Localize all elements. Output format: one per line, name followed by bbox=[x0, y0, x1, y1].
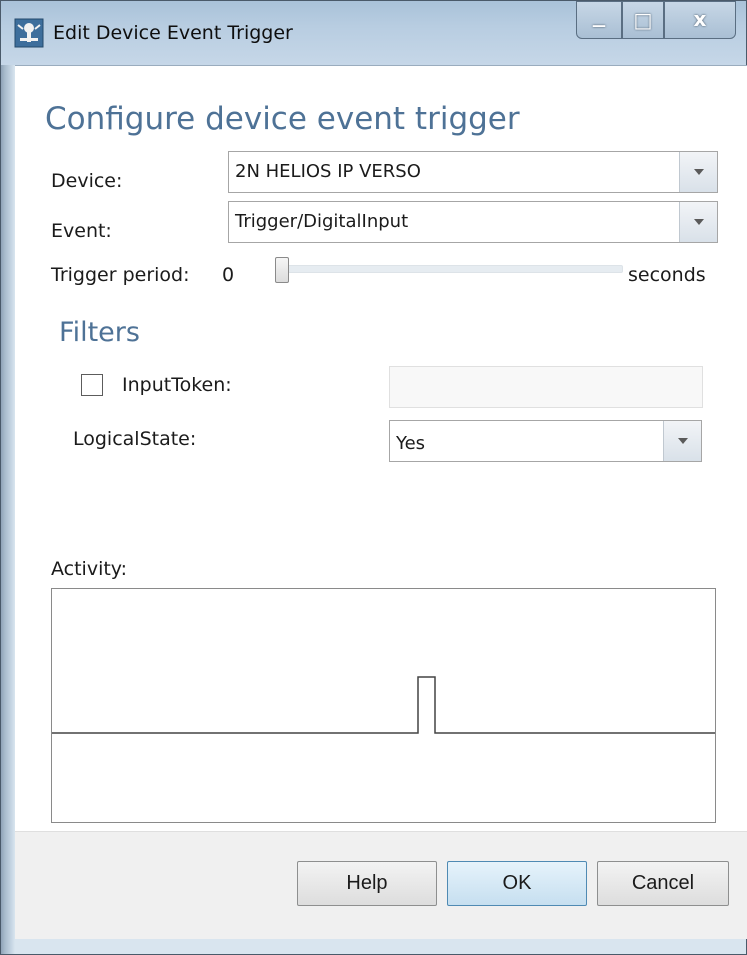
title-bar[interactable]: Edit Device Event Trigger — □ x bbox=[1, 1, 746, 65]
device-dropdown[interactable]: 2N HELIOS IP VERSO bbox=[228, 151, 718, 193]
logical-state-value: Yes bbox=[396, 433, 426, 454]
trigger-period-label: Trigger period: bbox=[51, 264, 190, 286]
cancel-button[interactable]: Cancel bbox=[597, 861, 729, 906]
activity-signal bbox=[52, 676, 715, 734]
maximize-button[interactable]: □ bbox=[622, 1, 664, 39]
minimize-icon: — bbox=[592, 18, 606, 34]
chevron-down-icon bbox=[694, 219, 704, 225]
window-title: Edit Device Event Trigger bbox=[53, 22, 293, 44]
close-icon: x bbox=[693, 7, 707, 31]
activity-graph bbox=[51, 588, 716, 823]
activity-signal-line bbox=[52, 676, 715, 734]
chevron-down-icon bbox=[678, 438, 688, 444]
event-dropdown-arrow[interactable] bbox=[679, 202, 717, 242]
help-button[interactable]: Help bbox=[297, 861, 437, 906]
logical-state-dropdown-arrow[interactable] bbox=[663, 421, 701, 461]
page-title: Configure device event trigger bbox=[45, 101, 520, 137]
event-label: Event: bbox=[51, 220, 112, 242]
input-token-checkbox[interactable] bbox=[81, 374, 103, 396]
dialog-window: Edit Device Event Trigger — □ x Configur… bbox=[0, 0, 747, 955]
device-dropdown-arrow[interactable] bbox=[679, 152, 717, 192]
device-value: 2N HELIOS IP VERSO bbox=[235, 161, 421, 182]
device-label: Device: bbox=[51, 170, 123, 192]
logical-state-dropdown[interactable]: Yes bbox=[389, 420, 702, 462]
filters-heading: Filters bbox=[59, 317, 140, 348]
logical-state-label: LogicalState: bbox=[73, 428, 197, 450]
event-dropdown[interactable]: Trigger/DigitalInput bbox=[228, 201, 718, 243]
app-icon bbox=[14, 18, 44, 48]
trigger-period-unit: seconds bbox=[628, 264, 706, 286]
input-token-label: InputToken: bbox=[122, 374, 232, 396]
trigger-period-slider-thumb[interactable] bbox=[275, 257, 289, 283]
close-button[interactable]: x bbox=[664, 1, 736, 39]
event-value: Trigger/DigitalInput bbox=[235, 211, 409, 232]
minimize-button[interactable]: — bbox=[576, 1, 622, 39]
chevron-down-icon bbox=[694, 169, 704, 175]
activity-label: Activity: bbox=[51, 558, 128, 580]
ok-button[interactable]: OK bbox=[447, 861, 587, 906]
trigger-period-value: 0 bbox=[222, 264, 235, 286]
trigger-period-slider[interactable] bbox=[279, 265, 623, 273]
maximize-icon: □ bbox=[633, 8, 653, 32]
input-token-field[interactable] bbox=[389, 366, 703, 408]
